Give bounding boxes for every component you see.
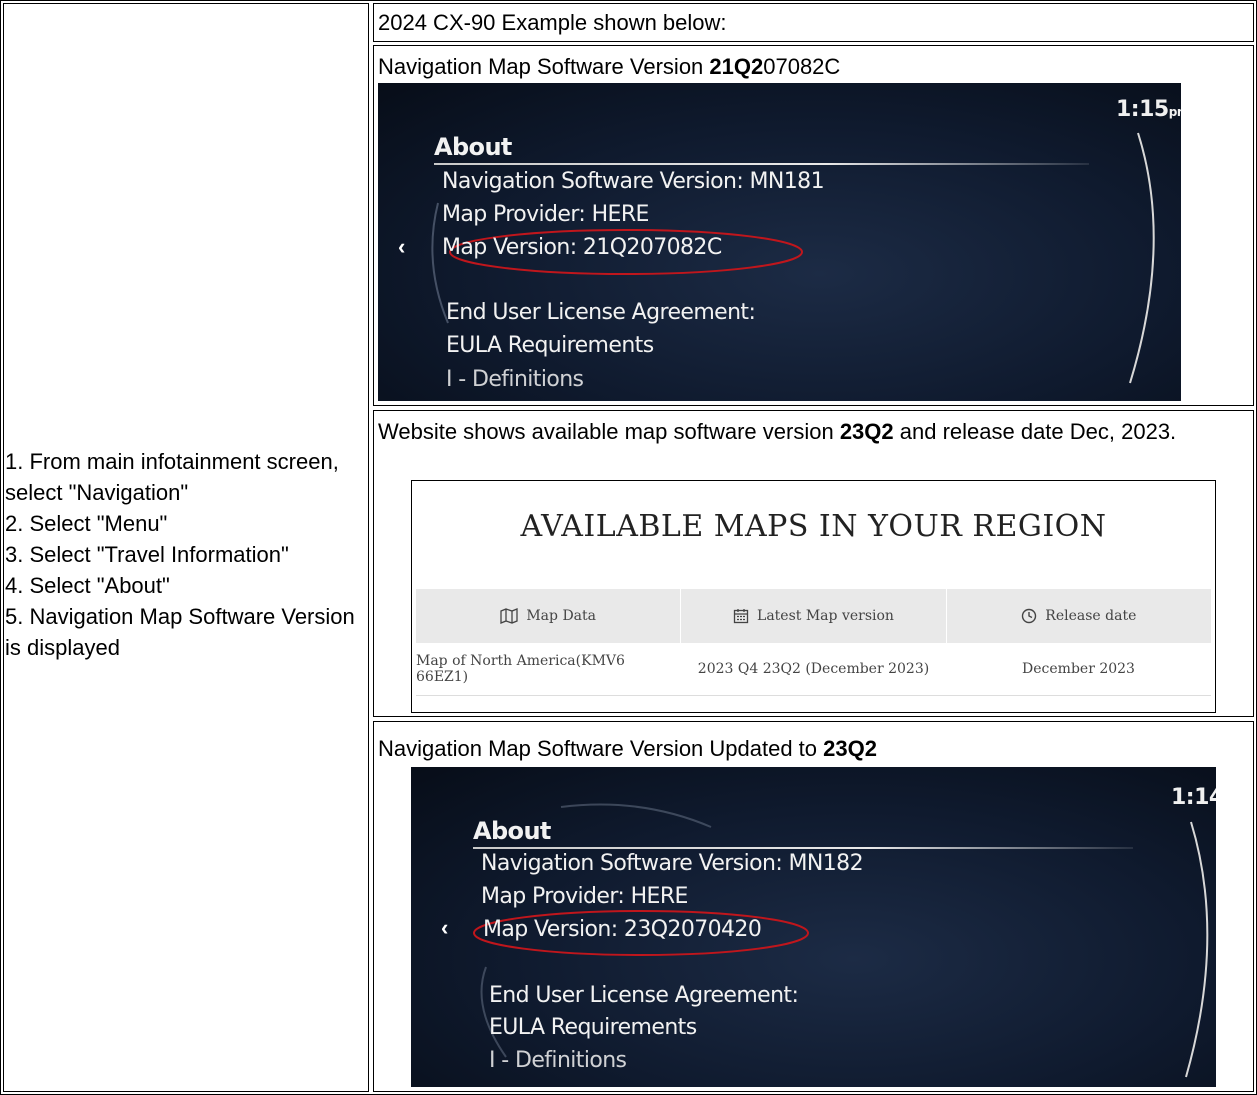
section2-cell: Website shows available map software ver… — [373, 410, 1254, 717]
map-version: Map Version: 23Q2070420 — [483, 917, 762, 942]
eula-heading: End User License Agreement: — [489, 983, 799, 1008]
heading-underline — [434, 163, 1089, 165]
caption-prefix: Navigation Map Software Version Updated … — [378, 736, 824, 761]
map-version: Map Version: 21Q207082C — [442, 235, 722, 260]
caption-suffix: and release date Dec, 2023. — [893, 419, 1177, 444]
col-release-date: Release date — [947, 589, 1211, 643]
instruction-step: 4. Select "About" — [5, 573, 170, 598]
about-heading: About — [434, 133, 512, 161]
cell-map-data: Map of North America(KMV6 66EZ1) — [416, 653, 625, 685]
cell-release-date: December 2023 — [1022, 661, 1135, 677]
about-heading: About — [473, 817, 551, 845]
cell-latest-version: 2023 Q4 23Q2 (December 2023) — [697, 661, 930, 677]
section1-caption: Navigation Map Software Version 21Q20708… — [378, 51, 840, 82]
map-provider: Map Provider: HERE — [442, 202, 649, 227]
nav-software-version: Navigation Software Version: MN181 — [442, 169, 825, 194]
eula-requirements: EULA Requirements — [489, 1015, 697, 1040]
calendar-icon — [733, 609, 749, 624]
instructions-list: 1. From main infotainment screen, select… — [5, 446, 367, 663]
website-screenshot: AVAILABLE MAPS IN YOUR REGION Map Data L… — [411, 480, 1216, 713]
section3-caption: Navigation Map Software Version Updated … — [378, 733, 877, 764]
instruction-step: 2. Select "Menu" — [5, 511, 168, 536]
instruction-step: 5. Navigation Map Software Version is di… — [5, 604, 355, 660]
definitions-item: I - Definitions — [489, 1048, 627, 1073]
heading-underline — [473, 847, 1133, 849]
instruction-step: 1. From main infotainment screen, select… — [5, 449, 339, 505]
site-table-header: Map Data Latest Map version Release date — [416, 589, 1211, 643]
caption-prefix: Navigation Map Software Version — [378, 54, 710, 79]
definitions-item: I - Definitions — [446, 367, 584, 392]
caption-bold: 23Q2 — [823, 736, 877, 761]
back-chevron-icon[interactable]: ‹ — [398, 234, 405, 260]
map-icon — [500, 608, 518, 624]
clock: 1:15pm — [1116, 97, 1181, 122]
eula-requirements: EULA Requirements — [446, 333, 654, 358]
eula-heading: End User License Agreement: — [446, 300, 756, 325]
map-provider: Map Provider: HERE — [481, 884, 688, 909]
caption-bold: 23Q2 — [839, 419, 894, 444]
nav-software-version: Navigation Software Version: MN182 — [481, 851, 864, 876]
instruction-step: 3. Select "Travel Information" — [5, 542, 289, 567]
caption-prefix: Website shows available map software ver… — [378, 419, 840, 444]
header-cell: 2024 CX-90 Example shown below: — [373, 3, 1254, 42]
clock-icon — [1022, 608, 1037, 624]
col-map-data: Map Data — [416, 589, 682, 643]
instructions-cell: 1. From main infotainment screen, select… — [3, 3, 369, 1092]
back-chevron-icon[interactable]: ‹ — [441, 915, 448, 941]
section1-cell: Navigation Map Software Version 21Q20708… — [373, 45, 1254, 406]
clock: 1:14p — [1171, 785, 1216, 810]
site-title: AVAILABLE MAPS IN YOUR REGION — [520, 509, 1107, 544]
section3-cell: Navigation Map Software Version Updated … — [373, 721, 1254, 1092]
screen-photo-before: 1:15pm About Navigation Software Version… — [378, 83, 1181, 401]
section2-caption: Website shows available map software ver… — [378, 417, 1228, 447]
col-latest-version: Latest Map version — [681, 589, 947, 643]
screen-photo-after: 1:14p About Navigation Software Version:… — [411, 767, 1216, 1087]
header-text: 2024 CX-90 Example shown below: — [378, 10, 727, 35]
caption-suffix: 07082C — [763, 54, 841, 79]
caption-bold: 21Q2 — [709, 54, 764, 79]
site-table-row: Map of North America(KMV6 66EZ1) 2023 Q4… — [416, 643, 1211, 696]
